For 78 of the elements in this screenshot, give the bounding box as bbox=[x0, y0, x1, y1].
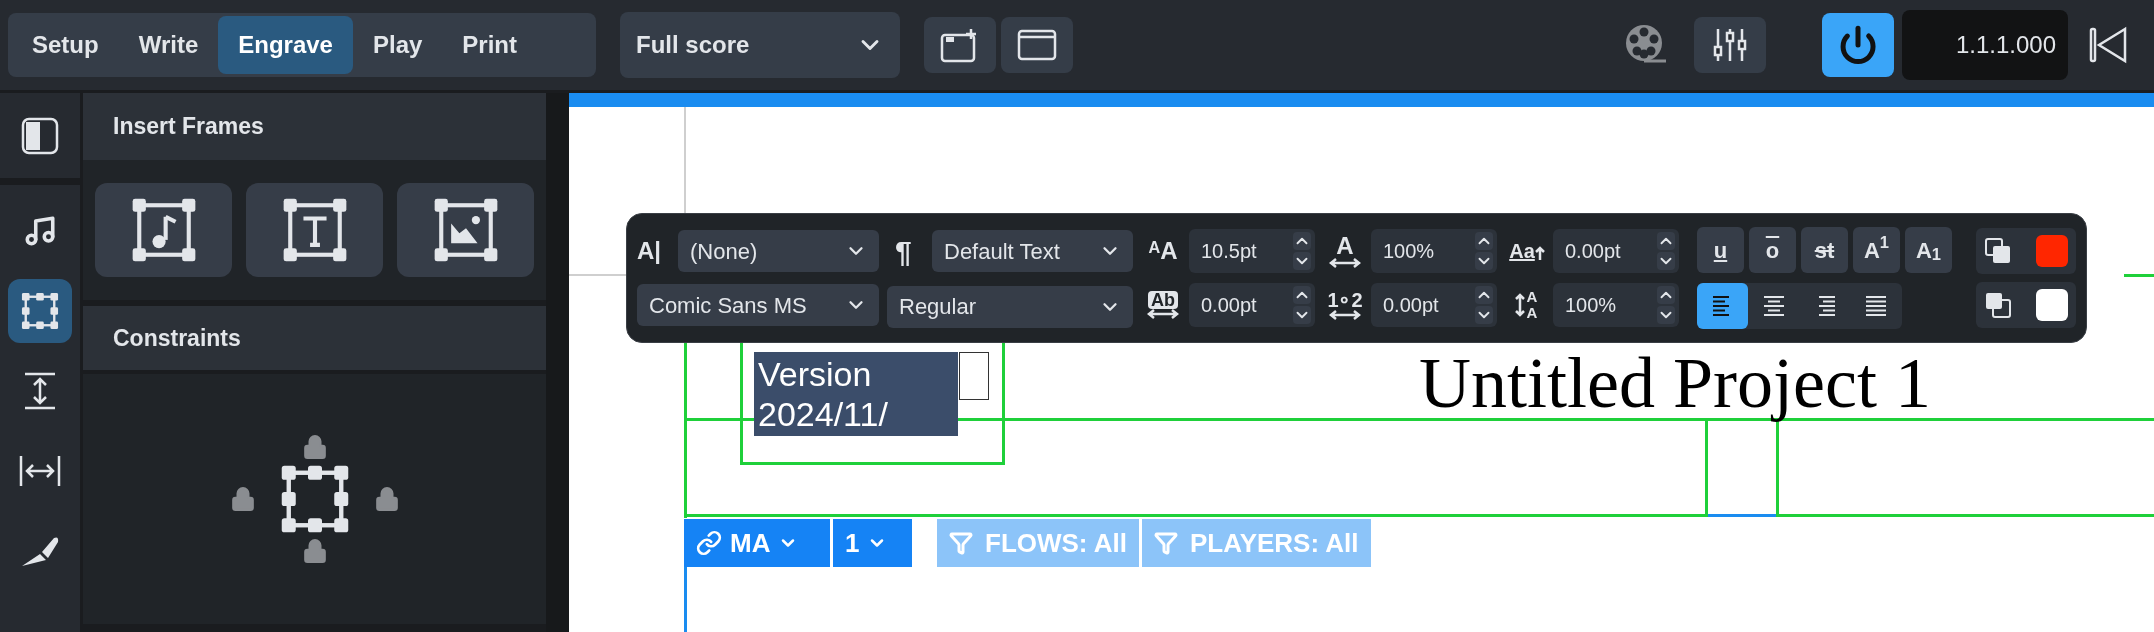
decrement-icon[interactable] bbox=[1657, 252, 1675, 270]
increment-icon[interactable] bbox=[1293, 232, 1311, 250]
insert-frame-button[interactable] bbox=[95, 183, 232, 277]
text-style-button[interactable]: st bbox=[1801, 227, 1848, 273]
layout-chip[interactable]: 1 bbox=[833, 519, 912, 567]
text-style-button[interactable]: A$_{1}$ bbox=[1905, 227, 1952, 273]
insert-frame-button[interactable] bbox=[397, 183, 534, 277]
new-tab-button[interactable] bbox=[924, 17, 996, 73]
insert-frame-button[interactable] bbox=[246, 183, 383, 277]
mode-tab[interactable]: Setup bbox=[12, 16, 119, 74]
note-icon bbox=[23, 214, 57, 248]
position-display: 1.1.1.000 bbox=[1902, 10, 2068, 80]
frame-text-line: 2024/11/ bbox=[758, 394, 889, 434]
decrement-icon[interactable] bbox=[1475, 306, 1493, 324]
decrement-icon[interactable] bbox=[1293, 306, 1311, 324]
music-frame-icon bbox=[130, 197, 197, 263]
power-button[interactable] bbox=[1822, 13, 1894, 77]
number-field[interactable]: 0.00pt bbox=[1371, 283, 1497, 327]
increment-icon[interactable] bbox=[1657, 286, 1675, 304]
lock-icon[interactable] bbox=[229, 486, 256, 512]
panel-toggle-icon[interactable] bbox=[21, 116, 59, 155]
width-icon bbox=[18, 454, 62, 488]
increment-icon[interactable] bbox=[1475, 232, 1493, 250]
dropdown[interactable]: (None) bbox=[678, 230, 879, 272]
color-swatch[interactable] bbox=[2036, 235, 2068, 267]
vertical-spacing-icon bbox=[23, 371, 57, 411]
decrement-icon[interactable] bbox=[1475, 252, 1493, 270]
paragraph-style-icon: ¶ bbox=[887, 228, 912, 274]
decrement-icon[interactable] bbox=[1293, 252, 1311, 270]
dropdown[interactable]: Regular bbox=[887, 285, 1133, 328]
overlapping-squares-icon[interactable] bbox=[1984, 291, 2012, 319]
font-size-icon: ᴬA bbox=[1148, 233, 1178, 269]
lock-icon[interactable] bbox=[373, 486, 400, 512]
dropdown[interactable]: Default Text bbox=[932, 230, 1133, 272]
filter-icon bbox=[949, 531, 973, 555]
mixer-button[interactable] bbox=[1694, 17, 1766, 73]
text-frame-icon bbox=[281, 197, 348, 263]
increment-icon[interactable] bbox=[1293, 286, 1311, 304]
frame-icon bbox=[21, 292, 59, 330]
mode-tab[interactable]: Play bbox=[352, 16, 443, 74]
number-field[interactable]: 100% bbox=[1371, 229, 1497, 273]
window-icon bbox=[1017, 29, 1057, 61]
color-swatch[interactable] bbox=[2036, 289, 2068, 321]
number-field[interactable]: 0.00pt bbox=[1189, 283, 1315, 327]
layout-chip[interactable]: MA bbox=[684, 519, 830, 567]
decrement-icon[interactable] bbox=[1657, 306, 1675, 324]
mode-tab[interactable]: Write bbox=[118, 16, 219, 74]
layout-dropdown[interactable]: Full score bbox=[620, 12, 900, 78]
image-frame-icon bbox=[432, 197, 499, 263]
filter-icon bbox=[1154, 531, 1178, 555]
text-style-button[interactable]: A$^{1}$ bbox=[1853, 227, 1900, 273]
frame-handle[interactable] bbox=[959, 352, 989, 400]
number-field[interactable]: 0.00pt bbox=[1553, 229, 1679, 273]
tool-button[interactable] bbox=[8, 279, 72, 343]
panel-title: Constraints bbox=[113, 323, 241, 353]
window-button[interactable] bbox=[1001, 17, 1073, 73]
frame-constraints-icon bbox=[279, 464, 350, 534]
increment-icon[interactable] bbox=[1475, 286, 1493, 304]
overlapping-squares-icon[interactable] bbox=[1984, 237, 2012, 265]
power-icon bbox=[1838, 25, 1878, 65]
number-field[interactable]: 100% bbox=[1553, 283, 1679, 327]
align-center-icon bbox=[1762, 295, 1785, 317]
align-button[interactable] bbox=[1697, 283, 1748, 329]
number-field[interactable]: 10.5pt bbox=[1189, 229, 1315, 273]
frame-text-line: Version bbox=[758, 354, 873, 394]
align-justify-icon bbox=[1864, 295, 1887, 317]
rewind-to-start-icon[interactable] bbox=[2088, 25, 2128, 65]
dropdown[interactable]: Comic Sans MS bbox=[637, 284, 879, 326]
mode-tab[interactable]: Print bbox=[442, 16, 537, 74]
lock-icon[interactable] bbox=[301, 538, 328, 564]
increment-icon[interactable] bbox=[1657, 232, 1675, 250]
link-icon bbox=[696, 530, 722, 556]
text-style-button[interactable]: u bbox=[1697, 227, 1744, 273]
mode-tab[interactable]: Engrave bbox=[218, 16, 353, 74]
text-style-button[interactable]: o bbox=[1749, 227, 1796, 273]
character-style-icon: A| bbox=[637, 233, 662, 269]
panel-title: Insert Frames bbox=[113, 112, 264, 142]
lock-icon[interactable] bbox=[301, 434, 328, 460]
